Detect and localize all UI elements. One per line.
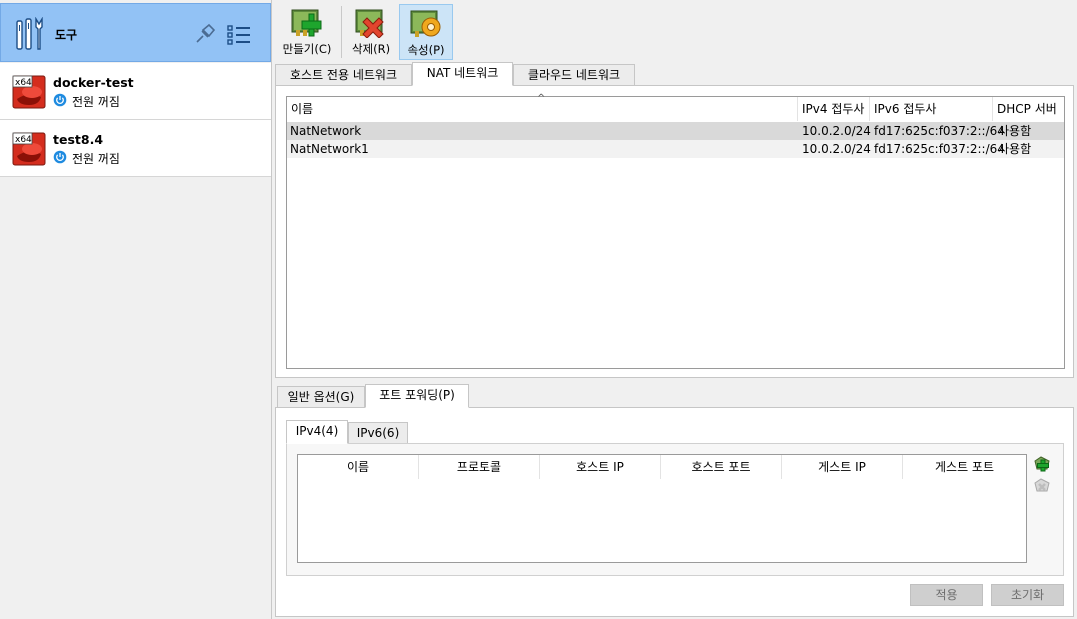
column-header-guest-port[interactable]: 게스트 포트	[903, 455, 1026, 479]
column-header-guest-ip[interactable]: 게스트 IP	[782, 455, 903, 479]
tab-host-only-network[interactable]: 호스트 전용 네트워크	[275, 64, 412, 86]
properties-button[interactable]: 속성(P)	[399, 4, 453, 60]
create-label: 만들기(C)	[282, 42, 332, 56]
vm-name: test8.4	[53, 132, 104, 147]
cell-ipv4: 10.0.2.0/24	[802, 124, 871, 138]
cell-ipv6: fd17:625c:f037:2::/64	[874, 124, 1005, 138]
cell-dhcp: 사용함	[998, 124, 1032, 138]
tools-icon	[16, 17, 43, 50]
cell-name: NatNetwork1	[290, 142, 369, 156]
tools-item[interactable]: 도구	[0, 3, 271, 62]
vm-name: docker-test	[53, 75, 134, 90]
vm-item-test8-4[interactable]: x64 test8.4 전원 꺼짐	[0, 120, 271, 177]
remove-rule-icon[interactable]	[1033, 477, 1051, 495]
cell-dhcp: 사용함	[998, 142, 1032, 156]
svg-text:x64: x64	[15, 78, 32, 88]
table-row[interactable]: NatNetwork1 10.0.2.0/24 fd17:625c:f037:2…	[287, 140, 1064, 158]
menu-icon[interactable]	[226, 23, 252, 47]
vm-item-docker-test[interactable]: x64 docker-test 전원 꺼짐	[0, 63, 271, 120]
tab-general-options[interactable]: 일반 옵션(G)	[277, 386, 365, 408]
create-button[interactable]: 만들기(C)	[279, 4, 335, 60]
delete-network-icon	[355, 9, 384, 38]
apply-button[interactable]: 적용	[910, 584, 983, 606]
vm-state: 전원 꺼짐	[72, 152, 120, 166]
port-forwarding-rules-table: 이름 프로토콜 호스트 IP 호스트 포트 게스트 IP 게스트 포트	[297, 454, 1027, 563]
column-header-ipv6[interactable]: IPv6 접두사	[870, 97, 993, 121]
svg-text:x64: x64	[15, 135, 32, 145]
tab-cloud-network[interactable]: 클라우드 네트워크	[513, 64, 635, 86]
toolbar-separator	[341, 6, 342, 58]
add-rule-icon[interactable]	[1033, 455, 1051, 473]
column-header-protocol[interactable]: 프로토콜	[419, 455, 540, 479]
reset-button[interactable]: 초기화	[991, 584, 1064, 606]
cell-ipv6: fd17:625c:f037:2::/64	[874, 142, 1005, 156]
linux-os-icon: x64	[12, 75, 46, 109]
cell-name: NatNetwork	[290, 124, 362, 138]
cell-ipv4: 10.0.2.0/24	[802, 142, 871, 156]
tab-nat-network[interactable]: NAT 네트워크	[412, 62, 513, 86]
tools-label: 도구	[55, 28, 78, 42]
power-off-icon	[53, 150, 67, 164]
column-header-host-port[interactable]: 호스트 포트	[661, 455, 782, 479]
properties-network-icon	[410, 10, 441, 37]
tab-ipv6[interactable]: IPv6(6)	[348, 422, 408, 444]
power-off-icon	[53, 93, 67, 107]
ipv4-rules-panel: 이름 프로토콜 호스트 IP 호스트 포트 게스트 IP 게스트 포트	[286, 443, 1064, 576]
delete-button[interactable]: 삭제(R)	[347, 4, 395, 60]
column-header-name[interactable]: 이름	[287, 97, 798, 121]
column-header-name[interactable]: 이름	[298, 455, 419, 479]
sidebar: 도구 x64 docker-test 전원 꺼짐 x64 test8.4 전원 …	[0, 0, 272, 619]
tab-ipv4[interactable]: IPv4(4)	[286, 420, 348, 444]
nat-network-panel: ^ 이름 IPv4 접두사 IPv6 접두사 DHCP 서버 NatNetwor…	[275, 85, 1074, 378]
table-row[interactable]: NatNetwork 10.0.2.0/24 fd17:625c:f037:2:…	[287, 122, 1064, 140]
pin-icon[interactable]	[193, 22, 217, 46]
column-header-dhcp[interactable]: DHCP 서버	[993, 97, 1064, 121]
virtualbox-network-manager: 도구 x64 docker-test 전원 꺼짐 x64 test8.4 전원 …	[0, 0, 1077, 619]
nat-network-table: ^ 이름 IPv4 접두사 IPv6 접두사 DHCP 서버 NatNetwor…	[286, 93, 1065, 369]
column-header-ipv4[interactable]: IPv4 접두사	[798, 97, 870, 121]
create-network-icon	[291, 9, 322, 37]
vm-state: 전원 꺼짐	[72, 95, 120, 109]
delete-label: 삭제(R)	[351, 42, 391, 56]
linux-os-icon: x64	[12, 132, 46, 166]
properties-label: 속성(P)	[407, 43, 445, 57]
column-header-host-ip[interactable]: 호스트 IP	[540, 455, 661, 479]
tab-port-forwarding[interactable]: 포트 포워딩(P)	[365, 384, 469, 408]
toolbar: 만들기(C) 삭제(R) 속성(P)	[273, 0, 1077, 62]
port-forwarding-panel: IPv4(4) IPv6(6) 이름 프로토콜 호스트 IP 호스트 포트 게스…	[275, 407, 1074, 617]
